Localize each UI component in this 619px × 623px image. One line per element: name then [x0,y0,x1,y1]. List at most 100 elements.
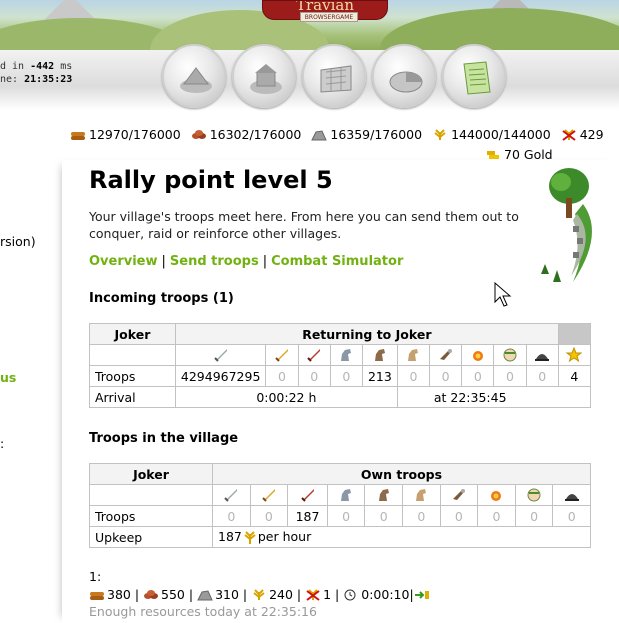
troop-count: 0 [402,505,441,527]
unit-equites-legati-icon [326,484,366,506]
crop-consumption-icon [306,589,320,601]
unit-imperian-icon [287,484,328,506]
left-menu-fragment-active[interactable]: us [0,370,16,385]
unit-imperian-icon [297,344,331,366]
intro-text: Your village's troops meet here. From he… [89,209,519,241]
server-time: 21:35:23 [24,74,73,85]
iron-icon [197,590,213,601]
arrival-label: Arrival [89,386,176,408]
upkeep-label: Upkeep [89,526,213,548]
reports-button[interactable] [442,44,506,108]
tab-overview[interactable]: Overview [89,254,158,269]
empty-cell [89,344,176,366]
troop-count: 0 [212,505,251,527]
map-button[interactable] [302,44,366,108]
crop-icon [243,531,256,546]
enough-resources-note: Enough resources today at 22:35:16 [89,604,317,619]
map-icon [320,65,352,93]
troop-count: 0 [429,365,463,387]
village-center-icon [250,64,282,94]
tab-send-troops[interactable]: Send troops [170,254,259,269]
empty-cell [89,484,213,506]
troop-count: 0 [461,365,495,387]
troop-count: 0 [493,365,527,387]
unit-senator-icon [493,344,527,366]
unit-equites-caesaris-icon [396,344,431,366]
incoming-troops-table: Joker Returning to Joker Troops 42949672… [89,323,592,408]
page-title: Rally point level 5 [89,166,333,194]
crop-resource: 144000/144000 [432,127,551,142]
iron-icon [311,130,328,141]
unit-senator-icon [514,484,554,506]
unit-legionnaire-icon [174,344,267,366]
troop-count: 0 [297,365,331,387]
left-menu-fragment[interactable]: : [0,436,4,451]
troop-count: 4 [557,365,592,387]
clock-icon [344,589,356,601]
unit-praetorian-icon [249,484,289,506]
troop-count: 4294967295 [174,365,267,387]
arrival-duration: 0:00:22 h [174,386,398,408]
upkeep-value: 187 [218,528,242,544]
troop-count: 0 [439,505,479,527]
unit-catapult-icon [461,344,495,366]
wood-resource: 12970/176000 [70,127,181,142]
troops-row-label: Troops [89,505,213,527]
troop-count: 0 [265,365,299,387]
troop-count: 0 [514,505,554,527]
arrival-time: at 22:35:45 [396,386,592,408]
left-menu-fragment[interactable]: rsion) [0,234,36,249]
logo-subtitle: BROWSERGAME [300,12,358,22]
crop-icon [253,589,265,600]
incoming-heading: Returning to Joker [174,323,559,345]
incoming-village-link[interactable]: Joker [89,323,176,345]
unit-equites-caesaris-icon [402,484,441,506]
unit-settler-icon [525,344,559,366]
unit-ram-icon [429,344,463,366]
crop-icon [434,129,446,140]
resource-bar: 12970/176000 16302/176000 16359/176000 1… [70,127,619,145]
troop-count: 0 [364,505,404,527]
own-troops-heading: Own troops [212,463,591,485]
upkeep-suffix: per hour [257,528,312,544]
crop-consumption: 429 [561,127,604,142]
troop-count: 0 [329,365,363,387]
wood-icon [90,592,104,600]
unit-cost-row: 380 | 550 | 310 | 240 | 1 | 0:00:10| [89,586,432,604]
troop-count: 0 [326,505,366,527]
unit-catapult-icon [477,484,516,506]
troop-count: 0 [249,505,289,527]
unit-legionnaire-icon [212,484,251,506]
unit-settler-icon [552,484,591,506]
crop-consumption-icon [562,129,576,141]
village-overview-button[interactable] [162,44,226,108]
iron-resource: 16359/176000 [311,127,422,142]
unit-equites-legati-icon [329,344,363,366]
incoming-troops-title: Incoming troops (1) [89,291,234,306]
troops-in-village-title: Troops in the village [89,431,239,446]
troop-count: 0 [396,365,431,387]
unit-equites-imperatoris-icon [364,484,404,506]
unit-hero-icon [557,344,592,366]
npc-trade-icon[interactable] [414,589,430,601]
troops-row-label: Troops [89,365,176,387]
tab-combat-simulator[interactable]: Combat Simulator [271,254,403,269]
unit-equites-imperatoris-icon [361,344,398,366]
troop-count: 0 [477,505,516,527]
unit-praetorian-icon [265,344,299,366]
mouse-cursor-icon [494,282,512,307]
latency-info: d in -442 ms ne: 21:35:23 [0,61,73,85]
rally-point-building-icon [541,168,592,282]
troop-count: 0 [525,365,559,387]
reports-icon [463,61,491,95]
village-link[interactable]: Joker [89,463,213,485]
incoming-corner [557,323,592,345]
clay-resource: 16302/176000 [191,127,301,142]
statistics-button[interactable] [372,44,436,108]
wood-icon [71,132,85,140]
troop-count: 187 [287,505,328,527]
statistics-icon [389,71,423,93]
clay-icon [144,590,159,599]
village-center-button[interactable] [232,44,296,108]
village-overview-icon [180,67,212,93]
